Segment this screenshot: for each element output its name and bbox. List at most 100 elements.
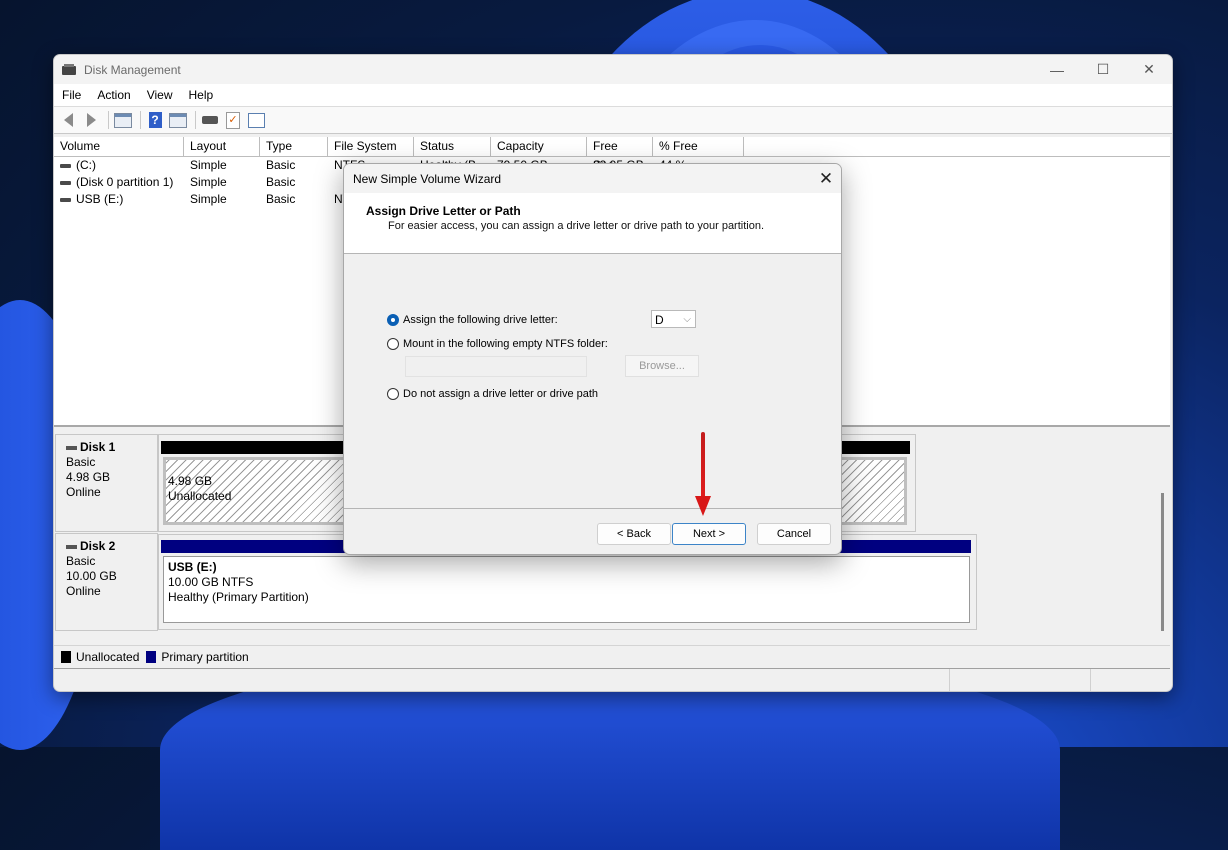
volume-cell: USB (E:) [54,191,184,208]
action-pane-icon [169,112,187,128]
legend: Unallocated Primary partition [54,645,1170,669]
status-bar [54,669,1170,691]
no-drive-letter-radio[interactable]: Do not assign a drive letter or drive pa… [387,388,598,400]
forward-icon [86,113,96,127]
radio-unselected-icon [387,338,399,350]
title-bar: Disk Management — ☐ ✕ [54,55,1172,84]
disk-management-icon [62,63,78,76]
drive-letter-value: D [655,313,664,327]
properties-icon [247,112,265,128]
close-button[interactable]: ✕ [1126,55,1172,84]
partition-detail: 10.00 GB NTFS [168,575,254,589]
status-cell [1090,669,1170,691]
connect-icon [202,116,218,124]
column-type[interactable]: Type [260,137,328,156]
back-button[interactable] [58,110,78,130]
disk-state: Online [66,584,101,598]
dialog-body: Assign the following drive letter: D ⌵ M… [344,254,841,508]
status-cell [54,669,949,691]
dialog-heading: Assign Drive Letter or Path [366,204,521,218]
type-cell: Basic [266,192,296,206]
volume-icon [60,197,71,202]
disk-type: Basic [66,455,96,469]
toolbar: ? ✓ [54,107,1172,134]
partition-name: USB (E:) [168,560,217,574]
disk-name: Disk 2 [80,539,116,553]
toolbar-separator [108,111,109,129]
column-file-system[interactable]: File System [328,137,414,156]
column-status[interactable]: Status [414,137,491,156]
volume-cell: (C:) [54,157,184,174]
column-capacity[interactable]: Capacity [491,137,587,156]
legend-primary-partition: Primary partition [161,650,249,664]
dialog-footer: < Back Next > Cancel [344,508,841,554]
show-hide-console-tree-button[interactable] [113,110,133,130]
radio-label: Assign the following drive letter: [403,314,558,326]
disk-type: Basic [66,554,96,568]
radio-selected-icon [387,314,399,326]
vertical-scrollbar[interactable] [1161,493,1164,631]
dialog-header: Assign Drive Letter or Path For easier a… [344,193,841,254]
disk-name: Disk 1 [80,440,116,454]
window-title: Disk Management [84,62,181,77]
radio-label: Mount in the following empty NTFS folder… [403,338,608,350]
disk-icon [66,544,77,549]
radio-unselected-icon [387,388,399,400]
disk-icon [66,445,77,450]
new-simple-volume-wizard: New Simple Volume Wizard ✕ Assign Drive … [343,163,842,555]
partition-status: Healthy (Primary Partition) [168,590,309,604]
column-free-space[interactable]: Free Spa... [587,137,653,172]
disk-2-label[interactable]: Disk 2 Basic 10.00 GB Online [55,533,158,631]
legend-unallocated: Unallocated [76,650,140,664]
dialog-title-bar: New Simple Volume Wizard ✕ [344,164,841,193]
menu-view[interactable]: View [139,88,181,102]
disk-size: 10.00 GB [66,569,117,583]
help-button[interactable]: ? [145,110,165,130]
back-button[interactable]: < Back [597,523,671,545]
disk-size: 4.98 GB [66,470,111,484]
properties-button[interactable] [246,110,266,130]
menu-file[interactable]: File [54,88,89,102]
volume-icon [60,180,71,185]
next-button[interactable]: Next > [672,523,746,545]
column-volume[interactable]: Volume [54,137,184,156]
connect-button[interactable] [200,110,220,130]
browse-button[interactable]: Browse... [625,355,699,377]
usb-partition[interactable]: USB (E:) 10.00 GB NTFS Healthy (Primary … [163,556,970,623]
radio-label: Do not assign a drive letter or drive pa… [403,388,599,400]
dialog-subheading: For easier access, you can assign a driv… [388,220,765,232]
menu-bar: File Action View Help [54,84,1172,107]
volume-name: USB (E:) [76,192,124,206]
layout-cell: Simple [190,158,227,172]
drive-letter-select[interactable]: D ⌵ [651,310,696,328]
console-tree-icon [114,112,132,128]
mount-ntfs-folder-radio[interactable]: Mount in the following empty NTFS folder… [387,338,608,350]
menu-action[interactable]: Action [89,88,138,102]
minimize-button[interactable]: — [1034,55,1080,84]
check-icon: ✓ [226,111,240,129]
type-cell: Basic [266,175,296,189]
annotation-arrow-head-icon [695,496,711,516]
dialog-close-button[interactable]: ✕ [811,169,841,189]
maximize-button[interactable]: ☐ [1080,55,1126,84]
menu-help[interactable]: Help [181,88,222,102]
assign-drive-letter-radio[interactable]: Assign the following drive letter: [387,314,558,326]
disk-state: Online [66,485,101,499]
forward-button[interactable] [81,110,101,130]
column-percent-free[interactable]: % Free [653,137,744,156]
volume-cell: (Disk 0 partition 1) [54,174,184,191]
column-layout[interactable]: Layout [184,137,260,156]
layout-cell: Simple [190,192,227,206]
disk-1-label[interactable]: Disk 1 Basic 4.98 GB Online [55,434,158,532]
cancel-button[interactable]: Cancel [757,523,831,545]
status-cell [949,669,1090,691]
type-cell: Basic [266,158,296,172]
volume-icon [60,163,71,168]
column-header-row: Volume Layout Type File System Status Ca… [54,137,1170,172]
checklist-button[interactable]: ✓ [223,110,243,130]
primary-partition-swatch [146,651,157,663]
show-hide-action-pane-button[interactable] [168,110,188,130]
volume-name: (C:) [76,158,96,172]
annotation-arrow-shaft [701,432,705,502]
ntfs-folder-input[interactable] [405,356,587,377]
